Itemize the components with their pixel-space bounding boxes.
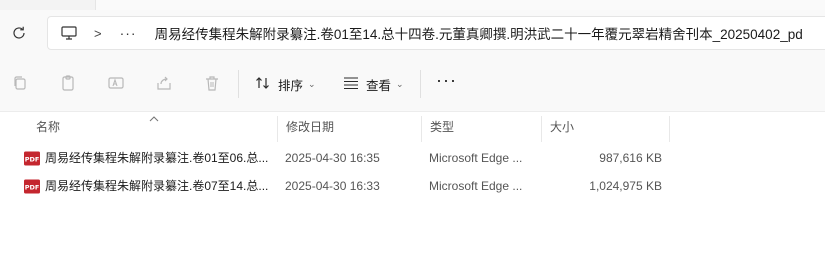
copy-icon[interactable]: [10, 73, 30, 93]
breadcrumb-overflow-button[interactable]: ···: [120, 25, 137, 41]
column-header-modified[interactable]: 修改日期: [278, 116, 422, 142]
file-type: Microsoft Edge ...: [429, 179, 523, 193]
column-header-row: 名称 修改日期 类型 大小: [0, 116, 825, 142]
file-list: 名称 修改日期 类型 大小 PDF 周易经传集程朱解附录纂注.卷01至06.总.…: [0, 112, 825, 266]
share-icon[interactable]: [154, 73, 174, 93]
paste-icon[interactable]: [58, 73, 78, 93]
breadcrumb-separator[interactable]: >: [94, 26, 102, 41]
column-header-type[interactable]: 类型: [422, 116, 542, 142]
column-header-size[interactable]: 大小: [542, 116, 670, 142]
pdf-icon-label: PDF: [25, 156, 40, 164]
address-bar[interactable]: > ··· 周易经传集程朱解附录纂注.卷01至14.总十四卷.元董真卿撰.明洪武…: [47, 16, 825, 50]
sort-label: 排序: [278, 78, 304, 93]
column-header-name[interactable]: 名称: [28, 116, 278, 142]
this-pc-icon[interactable]: [60, 25, 80, 41]
chevron-down-icon: ⌄: [308, 78, 316, 89]
chevron-down-icon: ⌄: [396, 78, 404, 89]
breadcrumb-current-folder[interactable]: 周易经传集程朱解附录纂注.卷01至14.总十四卷.元董真卿撰.明洪武二十一年覆元…: [155, 23, 803, 43]
file-modified: 2025-04-30 16:35: [285, 151, 380, 165]
pdf-file-icon: PDF: [24, 179, 40, 194]
command-bar: 排序 ⌄ 查看 ⌄ ···: [0, 56, 825, 112]
file-name: 周易经传集程朱解附录纂注.卷01至06.总...: [45, 151, 269, 165]
view-label: 查看: [366, 78, 392, 93]
file-row[interactable]: PDF 周易经传集程朱解附录纂注.卷01至06.总... 2025-04-30 …: [20, 144, 680, 172]
title-bar: [0, 0, 825, 10]
address-row: > ··· 周易经传集程朱解附录纂注.卷01至14.总十四卷.元董真卿撰.明洪武…: [0, 10, 825, 56]
toolbar-divider: [420, 70, 421, 98]
sort-button[interactable]: 排序 ⌄: [254, 72, 316, 96]
file-type: Microsoft Edge ...: [429, 151, 523, 165]
file-modified: 2025-04-30 16:33: [285, 179, 380, 193]
rename-icon[interactable]: [106, 73, 126, 93]
pdf-icon-label: PDF: [25, 184, 40, 192]
see-more-button[interactable]: ···: [436, 70, 457, 91]
sort-icon: [254, 75, 272, 94]
delete-icon[interactable]: [202, 73, 222, 93]
view-list-icon: [342, 75, 360, 94]
tab-area: [95, 0, 825, 10]
file-row[interactable]: PDF 周易经传集程朱解附录纂注.卷07至14.总... 2025-04-30 …: [20, 172, 680, 200]
pdf-file-icon: PDF: [24, 151, 40, 166]
file-size: 1,024,975 KB: [589, 179, 662, 193]
file-size: 987,616 KB: [599, 151, 662, 165]
toolbar-divider: [238, 70, 239, 98]
refresh-icon[interactable]: [8, 22, 30, 44]
view-button[interactable]: 查看 ⌄: [342, 72, 404, 96]
file-name: 周易经传集程朱解附录纂注.卷07至14.总...: [45, 179, 269, 193]
